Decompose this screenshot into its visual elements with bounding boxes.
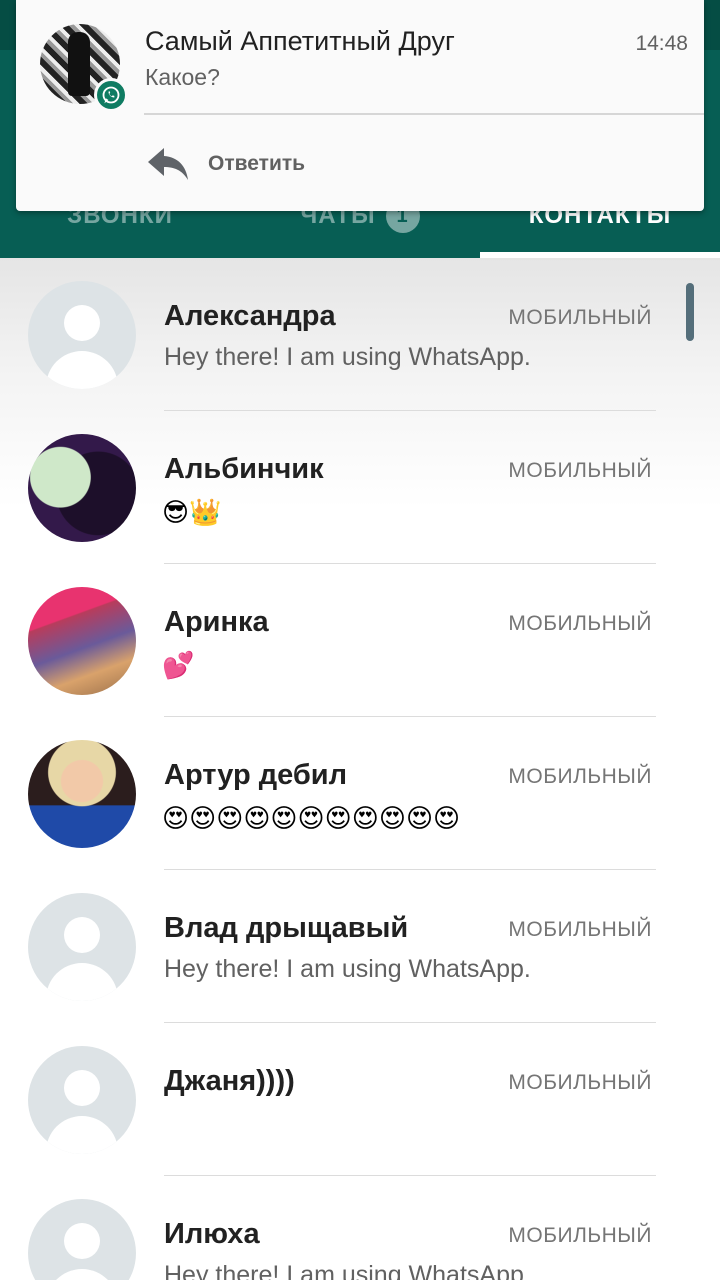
notification-text: Какое?	[145, 64, 220, 90]
contact-phone-type: МОБИЛЬНЫЙ	[508, 1071, 652, 1094]
contact-phone-type: МОБИЛЬНЫЙ	[508, 306, 652, 329]
contact-status: Hey there! I am using WhatsApp.	[164, 1261, 531, 1280]
contact-status: 💕	[162, 650, 195, 680]
contact-row[interactable]: Александра МОБИЛЬНЫЙ Hey there! I am usi…	[0, 258, 720, 411]
whatsapp-icon	[94, 78, 128, 112]
contact-phone-type: МОБИЛЬНЫЙ	[508, 459, 652, 482]
contact-status: 😎👑	[162, 497, 222, 527]
contact-name: Артур дебил	[164, 759, 348, 791]
contact-name: Влад дрыщавый	[164, 912, 409, 944]
contact-phone-type: МОБИЛЬНЫЙ	[508, 918, 652, 941]
contact-row[interactable]: Аринка МОБИЛЬНЫЙ 💕	[0, 564, 720, 717]
contact-photo	[28, 434, 136, 542]
contact-name: Альбинчик	[164, 453, 324, 485]
notification-divider	[144, 113, 704, 115]
notification-time: 14:48	[635, 32, 688, 55]
contact-row[interactable]: Альбинчик МОБИЛЬНЫЙ 😎👑	[0, 411, 720, 564]
scrollbar[interactable]	[686, 283, 694, 341]
contact-name: Аринка	[164, 606, 269, 638]
contact-list[interactable]: Александра МОБИЛЬНЫЙ Hey there! I am usi…	[0, 258, 720, 1280]
contact-row[interactable]: Влад дрыщавый МОБИЛЬНЫЙ Hey there! I am …	[0, 870, 720, 1023]
contact-status: Hey there! I am using WhatsApp.	[164, 343, 531, 371]
contact-row[interactable]: Джаня)))) МОБИЛЬНЫЙ	[0, 1023, 720, 1176]
contact-row[interactable]: Артур дебил МОБИЛЬНЫЙ 😍😍😍😍😍😍😍😍😍😍😍	[0, 717, 720, 870]
default-avatar-icon	[28, 1199, 136, 1280]
reply-button[interactable]: Ответить	[146, 138, 305, 190]
notification-title: Самый Аппетитный Друг	[145, 26, 455, 56]
default-avatar-icon	[28, 281, 136, 389]
contact-name: Илюха	[164, 1218, 260, 1250]
default-avatar-icon	[28, 893, 136, 1001]
contact-photo	[28, 740, 136, 848]
contact-status: 😍😍😍😍😍😍😍😍😍😍😍	[162, 803, 461, 833]
contact-row[interactable]: Илюха МОБИЛЬНЫЙ Hey there! I am using Wh…	[0, 1176, 720, 1280]
message-notification[interactable]: Самый Аппетитный Друг 14:48 Какое? Ответ…	[16, 0, 704, 211]
reply-icon	[148, 148, 188, 180]
reply-label: Ответить	[208, 152, 306, 175]
contact-status: Hey there! I am using WhatsApp.	[164, 955, 531, 983]
contact-name: Александра	[164, 300, 336, 332]
contact-phone-type: МОБИЛЬНЫЙ	[508, 765, 652, 788]
contact-phone-type: МОБИЛЬНЫЙ	[508, 612, 652, 635]
contact-photo	[28, 587, 136, 695]
default-avatar-icon	[28, 1046, 136, 1154]
avatar-figure	[68, 32, 90, 96]
contact-name: Джаня))))	[164, 1065, 295, 1097]
contact-phone-type: МОБИЛЬНЫЙ	[508, 1224, 652, 1247]
